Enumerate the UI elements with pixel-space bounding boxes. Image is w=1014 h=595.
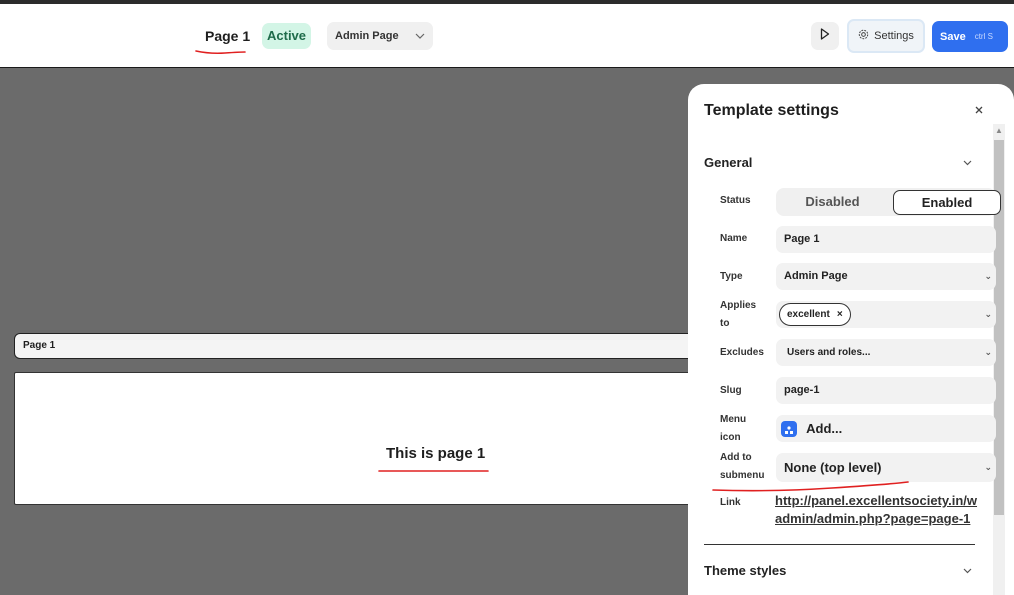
applies-to-label: Applies to [720,297,756,333]
slug-field[interactable]: page-1 [776,377,996,404]
chevron-down-icon[interactable] [963,566,972,576]
close-button[interactable] [974,102,984,119]
general-section-header[interactable]: General [704,155,752,170]
menu-icon-label-line-2: icon [720,432,741,443]
applies-to-field[interactable]: excellent × ⌄ [776,301,996,328]
page-type-select-value: Admin Page [335,30,399,42]
submenu-select-value: None (top level) [784,460,882,475]
applies-to-label-line-1: Applies [720,300,757,311]
link-label: Link [720,497,741,508]
status-option-disabled[interactable]: Disabled [776,188,889,216]
canvas-content-text: This is page 1 [386,445,486,462]
settings-button-label: Settings [874,30,914,42]
page-link-line-2[interactable]: admin/admin.php?page=page-1 [775,510,997,528]
page-type-select[interactable]: Admin Page [327,22,433,50]
save-button-label: Save [940,30,966,43]
panel-title: Template settings [704,102,839,119]
chevron-down-icon[interactable] [963,158,972,168]
page-link[interactable]: http://panel.excellentsociety.in/w admin… [775,492,997,528]
menu-icon-add-label: Add... [806,421,843,436]
type-select[interactable]: Admin Page ⌄ [776,263,996,290]
status-badge[interactable]: Active [262,23,312,49]
excludes-label: Excludes [720,347,764,358]
chip-label: excellent [787,309,830,320]
add-to-submenu-label-line-1: Add to [720,452,752,463]
menu-icon-label-line-1: Menu [720,414,747,425]
name-field[interactable]: Page 1 [776,226,996,253]
chevron-up-icon[interactable]: ▲ [995,126,1003,135]
gear-icon [858,29,869,43]
annotation-underline [712,481,909,492]
preview-button[interactable] [811,22,839,50]
canvas-content-box[interactable] [14,372,704,505]
chevron-down-icon [415,22,425,62]
chevron-down-icon: ⌄ [984,347,992,357]
menu-icon [781,420,797,437]
menu-icon-label: Menu icon [720,411,746,447]
status-option-enabled[interactable]: Enabled [893,190,1001,215]
save-shortcut-hint: ctrl S [974,32,993,41]
close-icon [974,102,984,119]
annotation-underline [378,470,489,472]
type-label: Type [720,271,743,282]
play-icon [820,27,830,45]
type-select-value: Admin Page [784,270,848,282]
applies-to-chip[interactable]: excellent × [779,303,851,326]
page-title[interactable]: Page 1 [205,28,250,44]
status-toggle[interactable]: Disabled Enabled [776,188,1001,216]
theme-styles-section-header[interactable]: Theme styles [704,563,786,578]
name-label: Name [720,233,748,244]
applies-to-label-line-2: to [720,318,730,329]
chevron-down-icon: ⌄ [984,309,992,319]
menu-icon-field[interactable]: Add... [776,415,996,442]
page-link-line-1[interactable]: http://panel.excellentsociety.in/w [775,492,997,510]
save-button[interactable]: Save ctrl S [932,21,1008,52]
annotation-underline [195,50,246,55]
section-divider [704,544,975,545]
excludes-placeholder: Users and roles... [787,347,871,358]
canvas-page-bar[interactable]: Page 1 [14,333,704,359]
top-toolbar: Page 1 Active Admin Page Settings Save c… [0,4,1014,68]
chevron-down-icon: ⌄ [984,462,992,472]
close-icon[interactable]: × [837,304,843,325]
add-to-submenu-select[interactable]: None (top level) ⌄ [776,453,996,482]
settings-button[interactable]: Settings [847,19,925,53]
chevron-down-icon: ⌄ [984,271,992,281]
slug-label: Slug [720,385,742,396]
status-label: Status [720,195,751,206]
excludes-field[interactable]: Users and roles... ⌄ [776,339,996,366]
template-settings-panel: Template settings ▲ General Status Disab… [688,84,1014,595]
